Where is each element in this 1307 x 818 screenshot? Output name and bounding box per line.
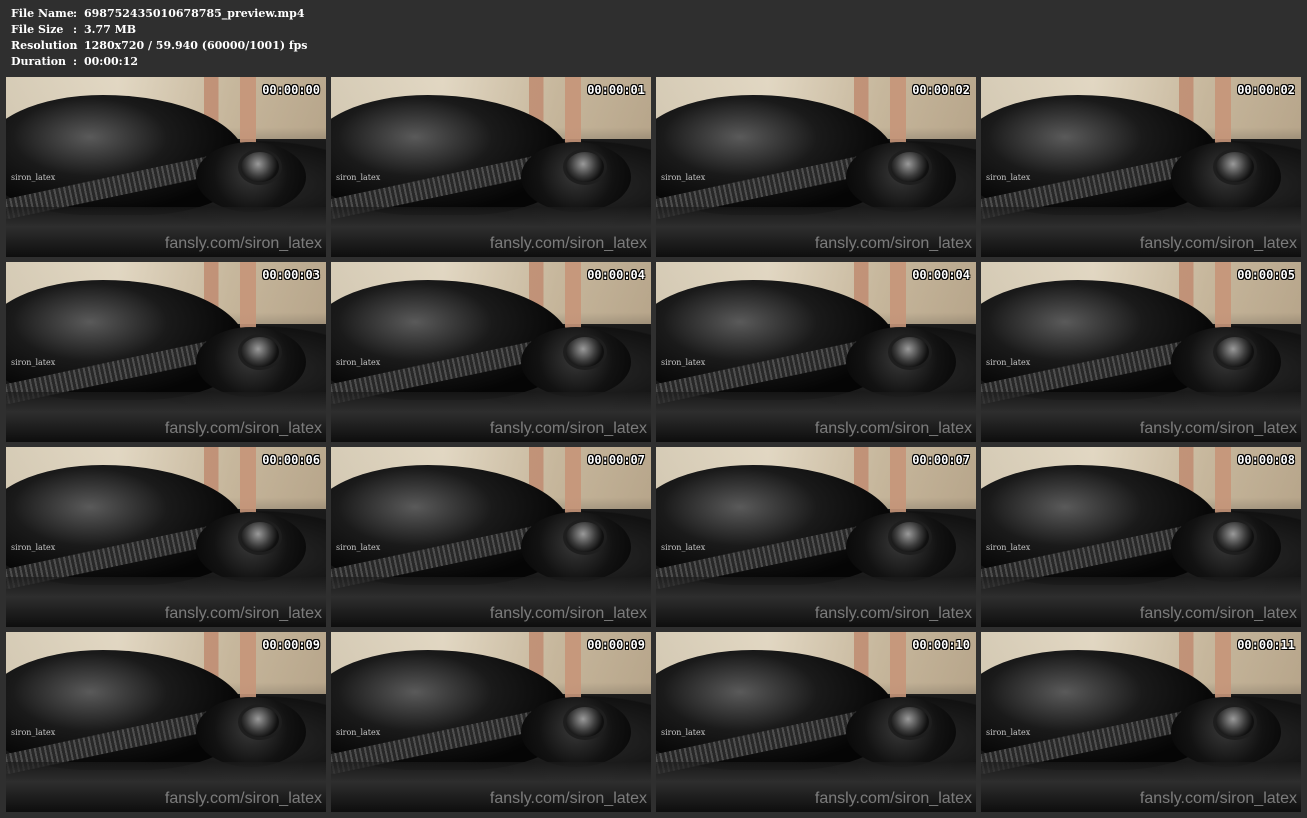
- thumbnail-timestamp: 00:00:02: [912, 83, 970, 97]
- large-watermark: fansly.com/siron_latex: [489, 790, 647, 807]
- thumbnail-timestamp: 00:00:05: [1237, 268, 1295, 282]
- thumbnail-timestamp: 00:00:04: [587, 268, 645, 282]
- video-thumbnail: 00:00:09 siron_latex fansly.com/siron_late…: [6, 632, 326, 812]
- large-watermark: fansly.com/siron_latex: [1139, 790, 1297, 807]
- resolution-label: Resolution: [11, 39, 78, 52]
- file-name-value: 698752435010678785_preview.mp4: [84, 7, 305, 20]
- thumbnail-timestamp: 00:00:06: [262, 453, 320, 467]
- mask-lens-shape: [238, 149, 282, 185]
- video-thumbnail: 00:00:04 siron_latex fansly.com/siron_late…: [331, 262, 651, 442]
- video-thumbnail: 00:00:04 siron_latex fansly.com/siron_late…: [656, 262, 976, 442]
- mask-lens-shape: [1213, 334, 1257, 370]
- thumbnail-timestamp: 00:00:04: [912, 268, 970, 282]
- mask-lens-shape: [238, 519, 282, 555]
- video-thumbnail: 00:00:00 siron_latex fansly.com/siron_late…: [6, 77, 326, 257]
- duration-row: Duration : 00:00:12: [11, 54, 308, 70]
- thumbnail-timestamp: 00:00:01: [587, 83, 645, 97]
- mask-lens-shape: [888, 519, 932, 555]
- small-watermark: siron_latex: [986, 728, 1031, 737]
- separator: :: [73, 39, 78, 52]
- mask-lens-shape: [888, 704, 932, 740]
- large-watermark: fansly.com/siron_latex: [1139, 235, 1297, 252]
- duration-label: Duration: [11, 55, 67, 68]
- small-watermark: siron_latex: [336, 728, 381, 737]
- thumbnail-timestamp: 00:00:09: [262, 638, 320, 652]
- small-watermark: siron_latex: [661, 728, 706, 737]
- mask-lens-shape: [238, 704, 282, 740]
- video-thumbnail: 00:00:08 siron_latex fansly.com/siron_late…: [981, 447, 1301, 627]
- small-watermark: siron_latex: [661, 173, 706, 182]
- separator: :: [73, 7, 78, 20]
- file-name-row: File Name : 698752435010678785_preview.m…: [11, 6, 308, 22]
- large-watermark: fansly.com/siron_latex: [489, 235, 647, 252]
- large-watermark: fansly.com/siron_latex: [1139, 420, 1297, 437]
- separator: :: [73, 23, 78, 36]
- mask-lens-shape: [563, 704, 607, 740]
- thumbnail-timestamp: 00:00:07: [587, 453, 645, 467]
- large-watermark: fansly.com/siron_latex: [164, 790, 322, 807]
- thumbnail-timestamp: 00:00:11: [1237, 638, 1295, 652]
- file-name-label: File Name: [11, 7, 74, 20]
- video-thumbnail: 00:00:07 siron_latex fansly.com/siron_late…: [656, 447, 976, 627]
- large-watermark: fansly.com/siron_latex: [489, 605, 647, 622]
- small-watermark: siron_latex: [11, 173, 56, 182]
- file-size-value: 3.77 MB: [84, 23, 137, 36]
- mask-lens-shape: [1213, 704, 1257, 740]
- file-info-header: File Name : 698752435010678785_preview.m…: [11, 6, 308, 70]
- video-thumbnail: 00:00:02 siron_latex fansly.com/siron_late…: [981, 77, 1301, 257]
- small-watermark: siron_latex: [986, 543, 1031, 552]
- video-thumbnail: 00:00:11 siron_latex fansly.com/siron_late…: [981, 632, 1301, 812]
- duration-value: 00:00:12: [84, 55, 139, 68]
- small-watermark: siron_latex: [11, 543, 56, 552]
- large-watermark: fansly.com/siron_latex: [489, 420, 647, 437]
- mask-lens-shape: [238, 334, 282, 370]
- mask-lens-shape: [563, 149, 607, 185]
- video-thumbnail: 00:00:01 siron_latex fansly.com/siron_late…: [331, 77, 651, 257]
- file-size-label: File Size: [11, 23, 64, 36]
- thumbnail-timestamp: 00:00:03: [262, 268, 320, 282]
- video-thumbnail: 00:00:06 siron_latex fansly.com/siron_late…: [6, 447, 326, 627]
- separator: :: [73, 55, 78, 68]
- video-thumbnail: 00:00:07 siron_latex fansly.com/siron_late…: [331, 447, 651, 627]
- mask-lens-shape: [563, 334, 607, 370]
- small-watermark: siron_latex: [336, 358, 381, 367]
- resolution-row: Resolution : 1280x720 / 59.940 (60000/10…: [11, 38, 308, 54]
- small-watermark: siron_latex: [11, 358, 56, 367]
- video-thumbnail: 00:00:09 siron_latex fansly.com/siron_late…: [331, 632, 651, 812]
- thumbnail-timestamp: 00:00:00: [262, 83, 320, 97]
- small-watermark: siron_latex: [986, 173, 1031, 182]
- thumbnail-timestamp: 00:00:02: [1237, 83, 1295, 97]
- thumbnail-timestamp: 00:00:10: [912, 638, 970, 652]
- thumbnail-timestamp: 00:00:07: [912, 453, 970, 467]
- video-thumbnail: 00:00:10 siron_latex fansly.com/siron_late…: [656, 632, 976, 812]
- video-thumbnail: 00:00:02 siron_latex fansly.com/siron_late…: [656, 77, 976, 257]
- thumbnail-timestamp: 00:00:08: [1237, 453, 1295, 467]
- small-watermark: siron_latex: [986, 358, 1031, 367]
- small-watermark: siron_latex: [661, 543, 706, 552]
- small-watermark: siron_latex: [336, 173, 381, 182]
- large-watermark: fansly.com/siron_latex: [164, 235, 322, 252]
- resolution-value: 1280x720 / 59.940 (60000/1001) fps: [84, 39, 308, 52]
- small-watermark: siron_latex: [11, 728, 56, 737]
- mask-lens-shape: [563, 519, 607, 555]
- small-watermark: siron_latex: [336, 543, 381, 552]
- large-watermark: fansly.com/siron_latex: [1139, 605, 1297, 622]
- mask-lens-shape: [1213, 519, 1257, 555]
- large-watermark: fansly.com/siron_latex: [814, 790, 972, 807]
- mask-lens-shape: [888, 334, 932, 370]
- large-watermark: fansly.com/siron_latex: [164, 605, 322, 622]
- thumbnail-grid: 00:00:00 siron_latex fansly.com/siron_late…: [6, 77, 1301, 812]
- large-watermark: fansly.com/siron_latex: [814, 420, 972, 437]
- mask-lens-shape: [888, 149, 932, 185]
- thumbnail-timestamp: 00:00:09: [587, 638, 645, 652]
- video-thumbnail: 00:00:03 siron_latex fansly.com/siron_late…: [6, 262, 326, 442]
- file-size-row: File Size : 3.77 MB: [11, 22, 308, 38]
- large-watermark: fansly.com/siron_latex: [164, 420, 322, 437]
- video-thumbnail: 00:00:05 siron_latex fansly.com/siron_late…: [981, 262, 1301, 442]
- small-watermark: siron_latex: [661, 358, 706, 367]
- large-watermark: fansly.com/siron_latex: [814, 235, 972, 252]
- large-watermark: fansly.com/siron_latex: [814, 605, 972, 622]
- mask-lens-shape: [1213, 149, 1257, 185]
